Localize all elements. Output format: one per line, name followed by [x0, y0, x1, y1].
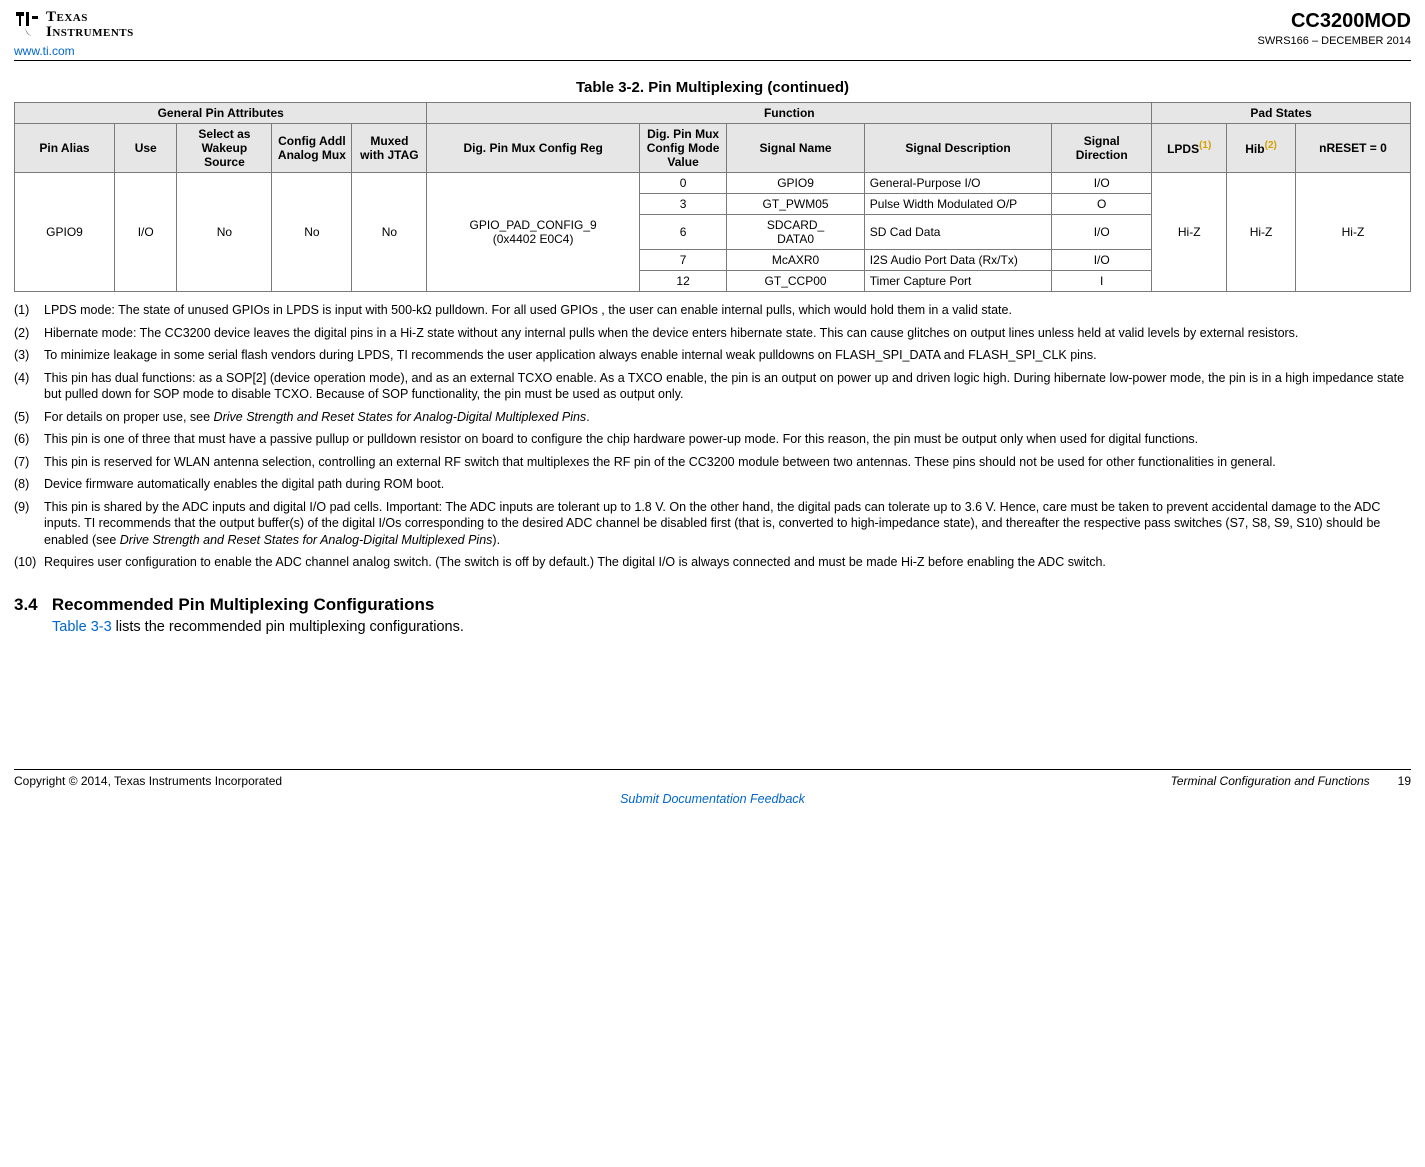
cell-signal-dir: I/O [1052, 173, 1152, 194]
footnotes: (1)LPDS mode: The state of unused GPIOs … [14, 302, 1411, 571]
cell-signal-name: McAXR0 [727, 250, 864, 271]
page-footer: Copyright © 2014, Texas Instruments Inco… [14, 774, 1411, 788]
th-jtag: Muxed with JTAG [352, 124, 427, 173]
th-dig-mode: Dig. Pin Mux Config Mode Value [639, 124, 726, 173]
cell-signal-name: GPIO9 [727, 173, 864, 194]
cell-mode: 3 [639, 194, 726, 215]
cell-lpds: Hi-Z [1152, 173, 1227, 292]
product-code: CC3200MOD [1258, 10, 1411, 33]
cell-analog: No [272, 173, 352, 292]
th-signal-desc: Signal Description [864, 124, 1051, 173]
header-left: Texas Instruments www.ti.com [14, 10, 134, 58]
footer-rule [14, 769, 1411, 770]
th-wakeup: Select as Wakeup Source [177, 124, 272, 173]
cell-wakeup: No [177, 173, 272, 292]
cell-signal-desc: Timer Capture Port [864, 271, 1051, 292]
cell-signal-name: SDCARD_DATA0 [727, 215, 864, 250]
doc-id: SWRS166 – DECEMBER 2014 [1258, 35, 1411, 47]
footnote: (10)Requires user configuration to enabl… [14, 554, 1411, 571]
cell-signal-desc: Pulse Width Modulated O/P [864, 194, 1051, 215]
table-ref-link[interactable]: Table 3-3 [52, 619, 112, 635]
footnote: (8)Device firmware automatically enables… [14, 476, 1411, 493]
cell-jtag: No [352, 173, 427, 292]
cell-signal-desc: General-Purpose I/O [864, 173, 1051, 194]
cell-dig-reg: GPIO_PAD_CONFIG_9 (0x4402 E0C4) [427, 173, 639, 292]
submit-feedback-link[interactable]: Submit Documentation Feedback [620, 792, 805, 806]
footnote: (7)This pin is reserved for WLAN antenna… [14, 454, 1411, 471]
ti-logo-text-1: Texas [46, 10, 134, 25]
header-right: CC3200MOD SWRS166 – DECEMBER 2014 [1258, 10, 1411, 47]
footnote: (2)Hibernate mode: The CC3200 device lea… [14, 325, 1411, 342]
section-heading: 3.4 Recommended Pin Multiplexing Configu… [14, 595, 1411, 615]
ti-logo-text-2: Instruments [46, 25, 134, 40]
th-group-general: General Pin Attributes [15, 103, 427, 124]
cell-use: I/O [114, 173, 176, 292]
th-nreset: nRESET = 0 [1295, 124, 1410, 173]
cell-mode: 6 [639, 215, 726, 250]
cell-hib: Hi-Z [1227, 173, 1296, 292]
table-row: GPIO9 I/O No No No GPIO_PAD_CONFIG_9 (0x… [15, 173, 1411, 194]
header-rule [14, 60, 1411, 61]
footnote: (3)To minimize leakage in some serial fl… [14, 347, 1411, 364]
th-dig-reg: Dig. Pin Mux Config Reg [427, 124, 639, 173]
table-caption: Table 3-2. Pin Multiplexing (continued) [14, 79, 1411, 96]
cell-signal-dir: I [1052, 271, 1152, 292]
site-url-link[interactable]: www.ti.com [14, 44, 75, 58]
th-signal-name: Signal Name [727, 124, 864, 173]
cell-signal-dir: I/O [1052, 250, 1152, 271]
cell-mode: 12 [639, 271, 726, 292]
th-signal-dir: Signal Direction [1052, 124, 1152, 173]
pin-mux-table: General Pin Attributes Function Pad Stat… [14, 102, 1411, 292]
th-group-function: Function [427, 103, 1152, 124]
th-pin-alias: Pin Alias [15, 124, 115, 173]
th-analog: Config Addl Analog Mux [272, 124, 352, 173]
cell-signal-dir: I/O [1052, 215, 1152, 250]
cell-mode: 7 [639, 250, 726, 271]
cell-pin-alias: GPIO9 [15, 173, 115, 292]
th-hib: Hib(2) [1227, 124, 1296, 173]
th-lpds: LPDS(1) [1152, 124, 1227, 173]
footnote: (6)This pin is one of three that must ha… [14, 431, 1411, 448]
th-group-padstates: Pad States [1152, 103, 1411, 124]
section-body: Table 3-3 lists the recommended pin mult… [52, 619, 1411, 635]
ti-logo-icon [14, 10, 40, 38]
cell-mode: 0 [639, 173, 726, 194]
cell-signal-desc: SD Cad Data [864, 215, 1051, 250]
ti-logo: Texas Instruments [14, 10, 134, 40]
footer-section: Terminal Configuration and Functions19 [1171, 774, 1411, 788]
cell-signal-dir: O [1052, 194, 1152, 215]
footnote: (1)LPDS mode: The state of unused GPIOs … [14, 302, 1411, 319]
cell-signal-name: GT_PWM05 [727, 194, 864, 215]
footnote: (9)This pin is shared by the ADC inputs … [14, 499, 1411, 549]
page-header: Texas Instruments www.ti.com CC3200MOD S… [14, 10, 1411, 58]
cell-nreset: Hi-Z [1295, 173, 1410, 292]
footnote: (4)This pin has dual functions: as a SOP… [14, 370, 1411, 403]
footnote: (5)For details on proper use, see Drive … [14, 409, 1411, 426]
cell-signal-name: GT_CCP00 [727, 271, 864, 292]
th-use: Use [114, 124, 176, 173]
cell-signal-desc: I2S Audio Port Data (Rx/Tx) [864, 250, 1051, 271]
copyright: Copyright © 2014, Texas Instruments Inco… [14, 774, 282, 788]
